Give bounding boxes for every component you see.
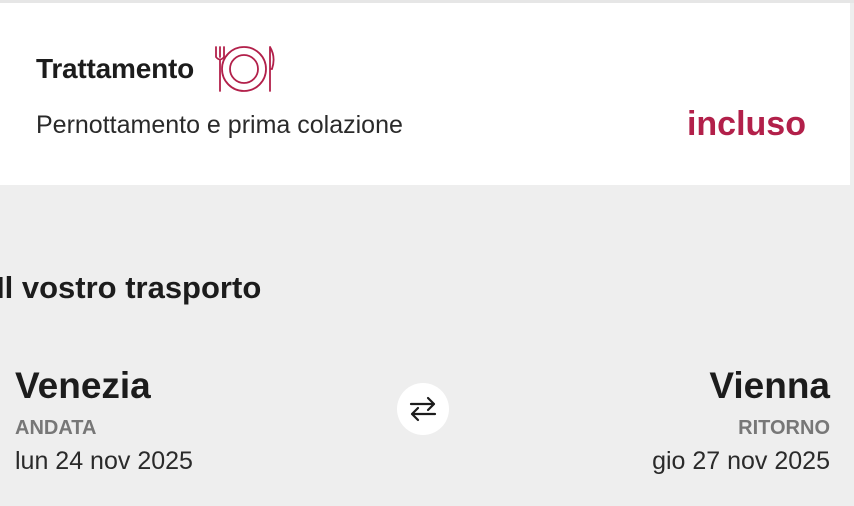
return-type: RITORNO — [738, 417, 830, 439]
plate-with-cutlery-icon — [215, 46, 275, 92]
outbound-type: ANDATA — [15, 417, 97, 439]
board-description: Pernottamento e prima colazione — [36, 111, 403, 139]
swap-arrows-icon — [409, 396, 437, 422]
swap-direction-button[interactable] — [397, 383, 449, 435]
transport-heading: Il vostro trasporto — [0, 270, 262, 305]
board-status: incluso — [686, 105, 806, 143]
return-leg: Vienna RITORNO gio 27 nov 2025 — [652, 364, 830, 476]
board-title-row: Trattamento — [36, 43, 276, 95]
outbound-city: Venezia — [15, 365, 151, 406]
board-card: Trattamento Pernottamento e prima colazi… — [0, 3, 850, 185]
board-title: Trattamento — [36, 53, 195, 84]
outbound-date: lun 24 nov 2025 — [15, 447, 193, 475]
outbound-leg: Venezia ANDATA lun 24 nov 2025 — [15, 364, 193, 476]
card-edge — [850, 3, 854, 185]
return-date: gio 27 nov 2025 — [652, 447, 830, 475]
return-city: Vienna — [709, 365, 830, 406]
